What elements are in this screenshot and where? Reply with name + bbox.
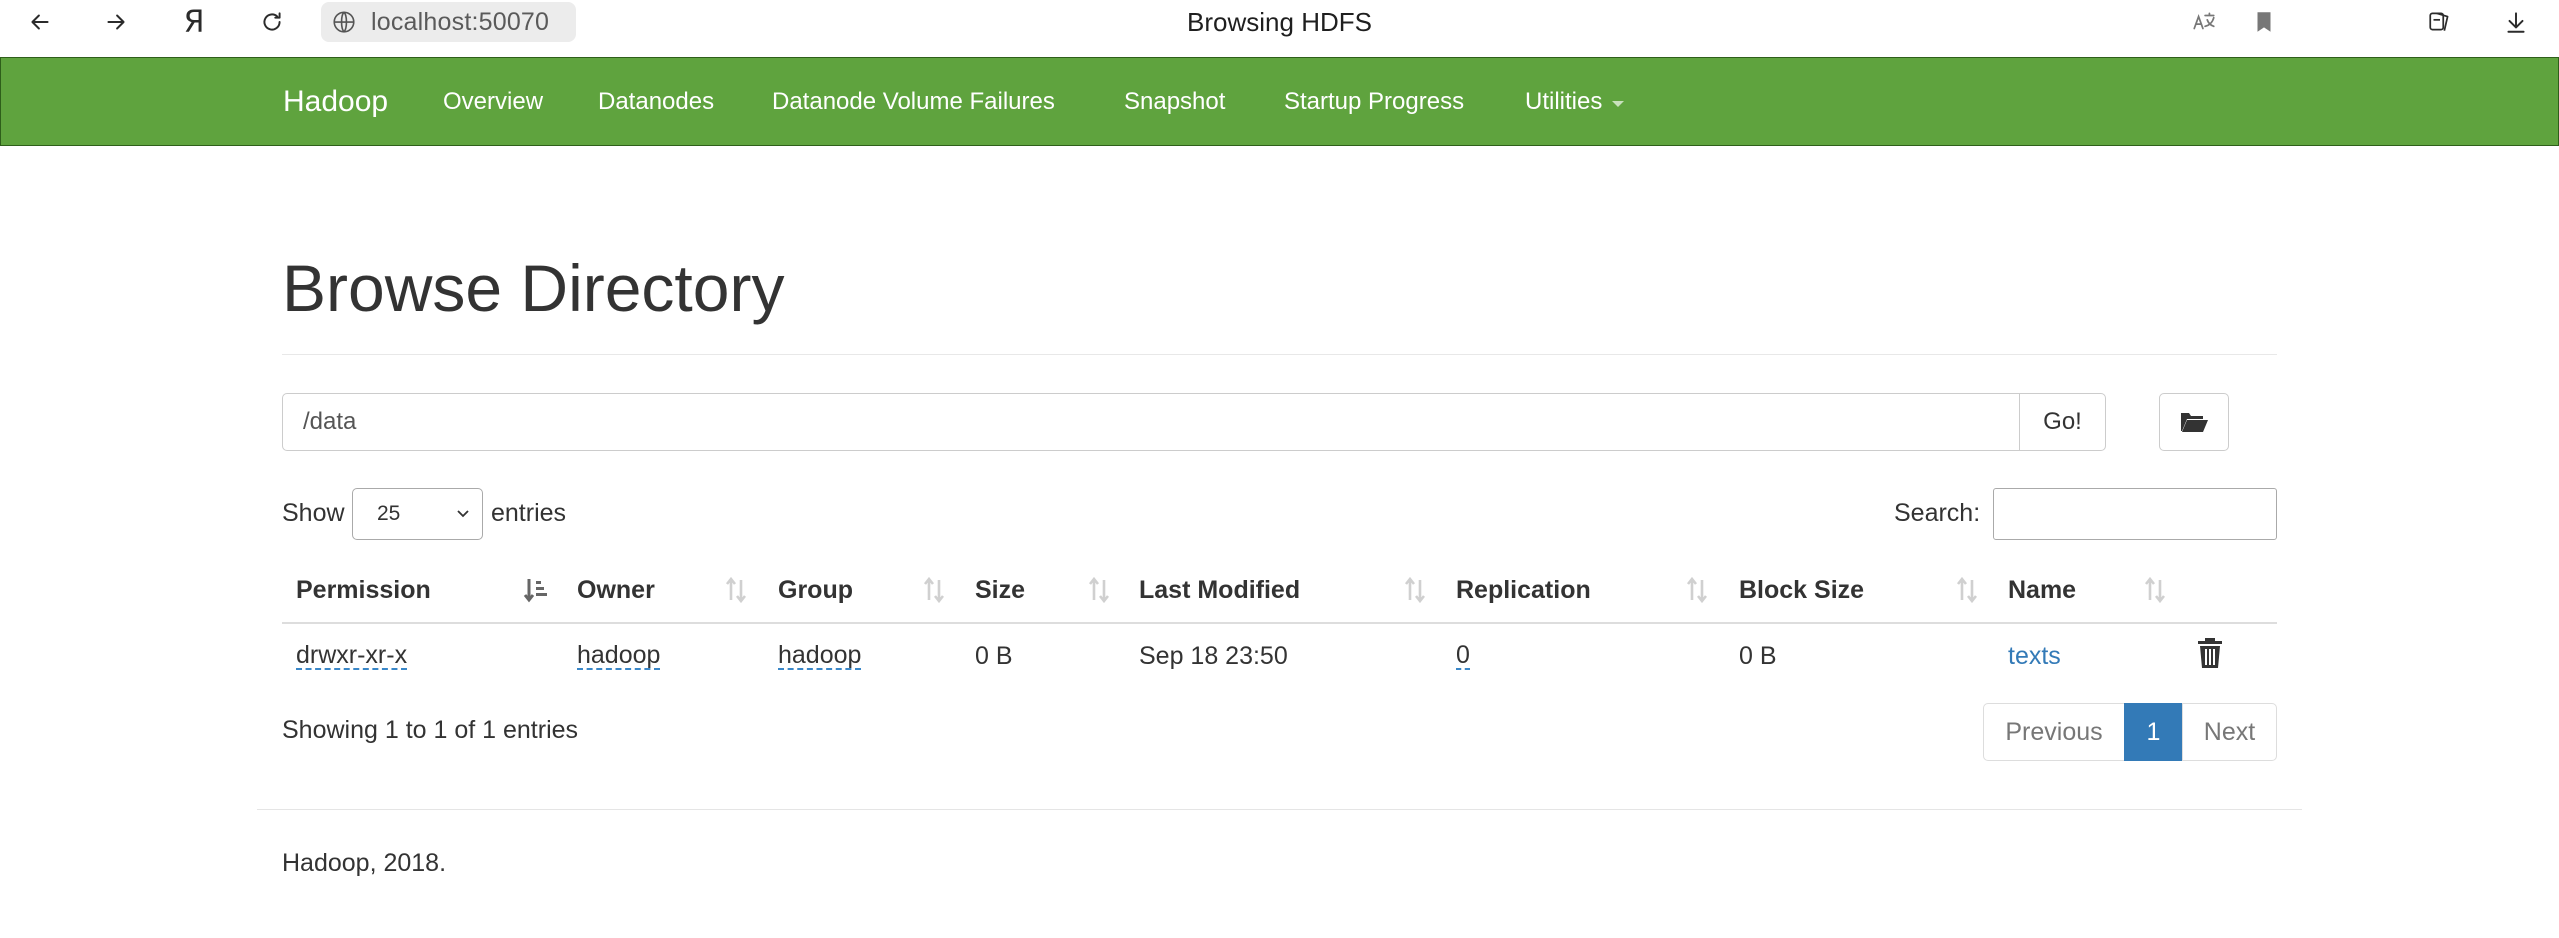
nav-overview[interactable]: Overview: [443, 58, 543, 145]
cell-block-size: 0 B: [1739, 641, 1777, 670]
nav-utilities-label: Utilities: [1525, 87, 1603, 115]
nav-datanode-volume-failures[interactable]: Datanode Volume Failures: [772, 58, 1055, 145]
cell-replication[interactable]: 0: [1456, 632, 1470, 680]
search-label: Search:: [1894, 498, 1981, 527]
col-header-size[interactable]: Size: [975, 565, 1025, 615]
col-header-owner[interactable]: Owner: [577, 565, 655, 615]
directory-path-input[interactable]: [282, 393, 2020, 451]
download-icon[interactable]: [2500, 6, 2532, 38]
entries-label: entries: [491, 498, 567, 527]
sort-icon[interactable]: [1085, 575, 1113, 605]
file-name-link[interactable]: texts: [2008, 632, 2061, 680]
footer-copyright: Hadoop, 2018.: [282, 848, 447, 877]
nav-startup-progress[interactable]: Startup Progress: [1284, 58, 1464, 145]
cell-group[interactable]: hadoop: [778, 632, 862, 680]
cell-owner[interactable]: hadoop: [577, 632, 661, 680]
nav-datanodes[interactable]: Datanodes: [598, 58, 714, 145]
pagination-previous[interactable]: Previous: [1983, 703, 2125, 761]
cell-size: 0 B: [975, 641, 1013, 670]
folder-open-icon: [2181, 413, 2208, 432]
col-header-name[interactable]: Name: [2008, 565, 2076, 615]
chevron-down-icon: [457, 510, 469, 518]
pagination-next[interactable]: Next: [2182, 703, 2277, 761]
col-header-block-size[interactable]: Block Size: [1739, 565, 1864, 615]
sort-icon[interactable]: [920, 575, 948, 605]
page-length-select[interactable]: 25: [352, 488, 483, 540]
col-header-group[interactable]: Group: [778, 565, 853, 615]
create-directory-button[interactable]: [2159, 393, 2229, 451]
trash-icon[interactable]: [2196, 636, 2224, 670]
table-header-divider: [282, 622, 2277, 624]
permission-value[interactable]: drwxr-xr-x: [296, 642, 408, 671]
page-title: Browse Directory: [282, 251, 785, 325]
pagination-page-1[interactable]: 1: [2124, 703, 2183, 761]
search-input[interactable]: [1993, 488, 2277, 540]
address-bar[interactable]: localhost:50070: [321, 2, 576, 42]
forward-arrow-icon[interactable]: [100, 6, 132, 38]
reload-icon[interactable]: [256, 6, 288, 38]
replication-value[interactable]: 0: [1456, 642, 1470, 671]
go-button[interactable]: Go!: [2019, 393, 2106, 451]
sort-icon[interactable]: [1953, 575, 1981, 605]
nav-snapshot[interactable]: Snapshot: [1124, 58, 1225, 145]
yandex-logo-icon[interactable]: Я: [178, 5, 210, 40]
cell-last-modified: Sep 18 23:50: [1139, 641, 1288, 670]
group-value[interactable]: hadoop: [778, 642, 862, 671]
col-header-replication[interactable]: Replication: [1456, 565, 1591, 615]
translate-icon[interactable]: [2188, 6, 2220, 38]
footer-divider: [257, 809, 2302, 810]
bookmark-icon[interactable]: [2248, 6, 2280, 38]
page-length-value: 25: [377, 502, 401, 525]
col-header-last-modified[interactable]: Last Modified: [1139, 565, 1300, 615]
caret-down-icon: [1612, 100, 1625, 107]
nav-utilities-dropdown[interactable]: Utilities: [1525, 58, 1625, 145]
navbar-brand[interactable]: Hadoop: [283, 58, 388, 145]
sort-icon[interactable]: [722, 575, 750, 605]
owner-value[interactable]: hadoop: [577, 642, 661, 671]
show-label: Show: [282, 498, 345, 527]
globe-icon: [333, 11, 355, 33]
top-navbar: Hadoop Overview Datanodes Datanode Volum…: [0, 57, 2559, 146]
sort-icon[interactable]: [2141, 575, 2169, 605]
header-divider: [282, 354, 2277, 355]
url-text: localhost:50070: [371, 7, 550, 36]
col-header-permission[interactable]: Permission: [296, 565, 431, 615]
back-arrow-icon[interactable]: [24, 6, 56, 38]
browser-toolbar: Я localhost:50070 Browsing HDFS: [0, 0, 2559, 44]
table-info: Showing 1 to 1 of 1 entries: [282, 715, 579, 744]
sort-icon[interactable]: [1401, 575, 1429, 605]
cell-permission[interactable]: drwxr-xr-x: [296, 632, 408, 680]
sort-icon[interactable]: [1683, 575, 1711, 605]
collections-icon[interactable]: [2424, 6, 2456, 38]
sort-ascending-icon[interactable]: [522, 575, 550, 605]
